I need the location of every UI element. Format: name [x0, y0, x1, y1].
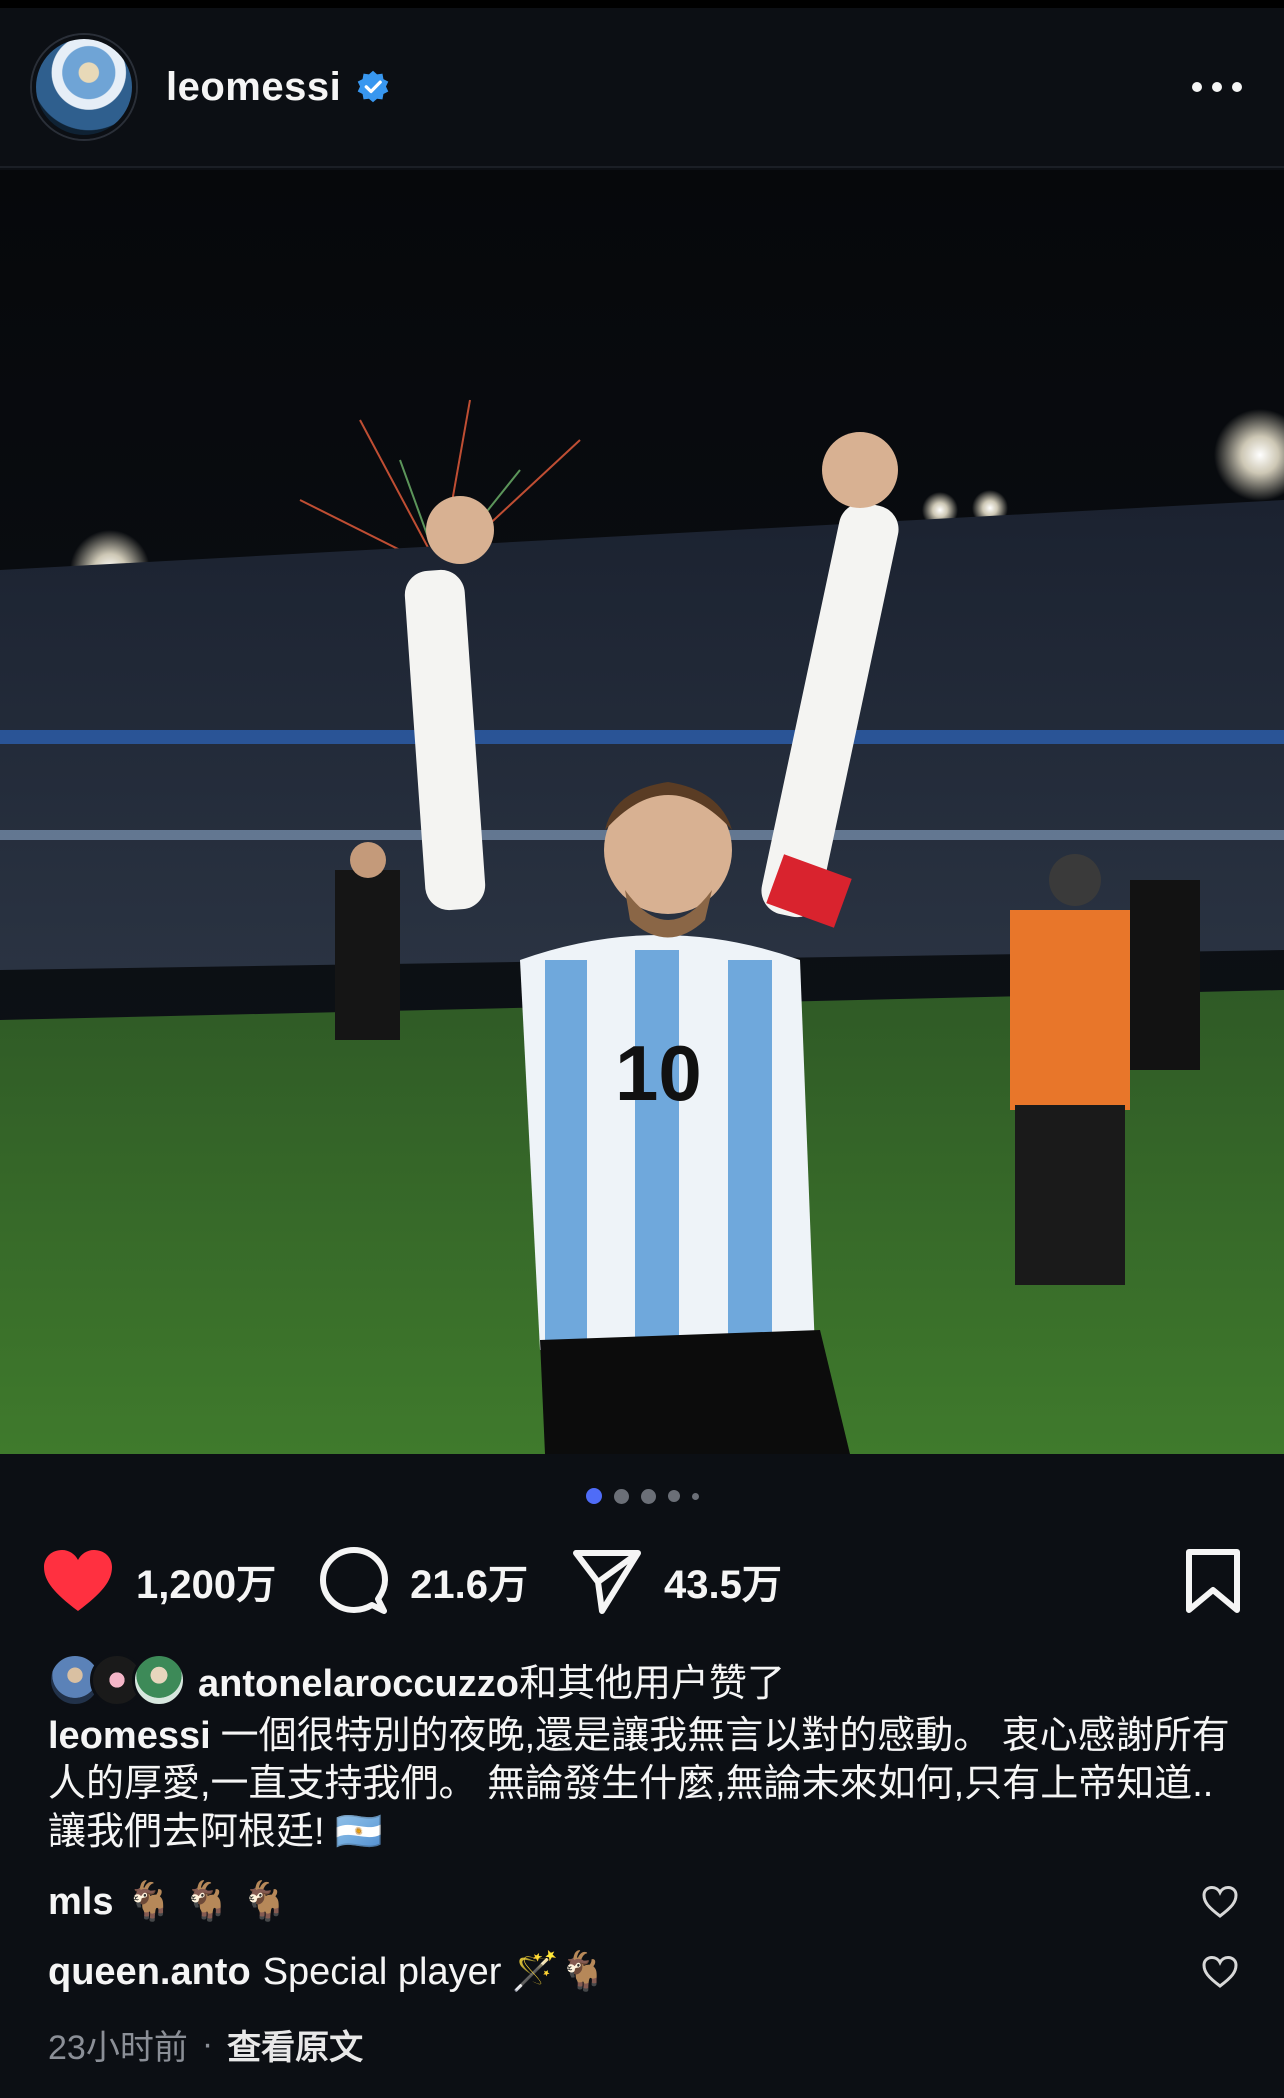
heart-outline-icon[interactable] — [1202, 1956, 1238, 1988]
share-action: 43.5万 — [572, 1548, 782, 1614]
carousel-dot — [585, 1488, 602, 1504]
liked-by-text: antonelaroccuzzo和其他用户赞了 — [198, 1652, 785, 1707]
action-bar: 1,200万 21.6万 43.5万 — [42, 1546, 1242, 1616]
comment-text: Special player 🪄🐐 — [262, 1951, 607, 1993]
heart-outline-icon[interactable] — [1202, 1886, 1238, 1918]
post-username[interactable]: leomessi — [166, 65, 341, 110]
see-original-button[interactable]: 查看原文 — [227, 2020, 363, 2069]
comment-username[interactable]: queen.anto — [48, 1951, 251, 1994]
svg-text:10: 10 — [615, 1029, 702, 1117]
liker-username[interactable]: antonelaroccuzzo — [198, 1663, 519, 1705]
comment-text: 🐐 🐐 🐐 — [125, 1881, 289, 1923]
comment-action: 21.6万 — [320, 1547, 528, 1615]
verified-badge-icon — [357, 70, 389, 103]
post-caption: leomessi 一個很特別的夜晚,還是讓我無言以對的感動。 衷心感謝所有人的厚愛… — [48, 1712, 1238, 1856]
post-meta: 23小时前 · 查看原文 — [48, 2020, 363, 2069]
carousel-dot — [667, 1490, 680, 1502]
avatar — [132, 1652, 186, 1707]
share-count[interactable]: 43.5万 — [664, 1552, 782, 1610]
comment-row: mls 🐐 🐐 🐐 — [48, 1880, 1238, 1924]
like-action: 1,200万 — [42, 1549, 276, 1613]
carousel-dot — [640, 1488, 656, 1504]
heart-filled-icon[interactable] — [42, 1549, 114, 1613]
status-strip — [0, 0, 1284, 8]
liker-avatars — [48, 1652, 186, 1707]
comment-username[interactable]: mls — [48, 1881, 113, 1924]
post-timestamp: 23小时前 — [48, 2029, 188, 2067]
avatar[interactable] — [32, 35, 136, 139]
meta-separator: · — [201, 2025, 214, 2063]
share-icon[interactable] — [572, 1548, 642, 1614]
caption-username[interactable]: leomessi — [48, 1715, 211, 1757]
like-count[interactable]: 1,200万 — [136, 1552, 276, 1610]
more-options-icon[interactable] — [1182, 72, 1252, 102]
post-image[interactable]: 10 — [0, 170, 1284, 1454]
bookmark-icon[interactable] — [1184, 1548, 1242, 1614]
caption-text: 一個很特別的夜晚,還是讓我無言以對的感動。 衷心感謝所有人的厚愛,一直支持我們。… — [48, 1715, 1230, 1853]
post-header: leomessi — [0, 8, 1284, 168]
comment-icon[interactable] — [320, 1547, 389, 1615]
carousel-indicator — [0, 1488, 1284, 1504]
comment-count[interactable]: 21.6万 — [410, 1552, 528, 1610]
liked-by-row[interactable]: antonelaroccuzzo和其他用户赞了 — [48, 1652, 785, 1707]
comment-row: queen.anto Special player 🪄🐐 — [48, 1950, 1238, 1994]
liked-by-suffix: 和其他用户赞了 — [518, 1663, 785, 1705]
carousel-dot — [613, 1488, 629, 1504]
carousel-dot — [691, 1492, 699, 1500]
